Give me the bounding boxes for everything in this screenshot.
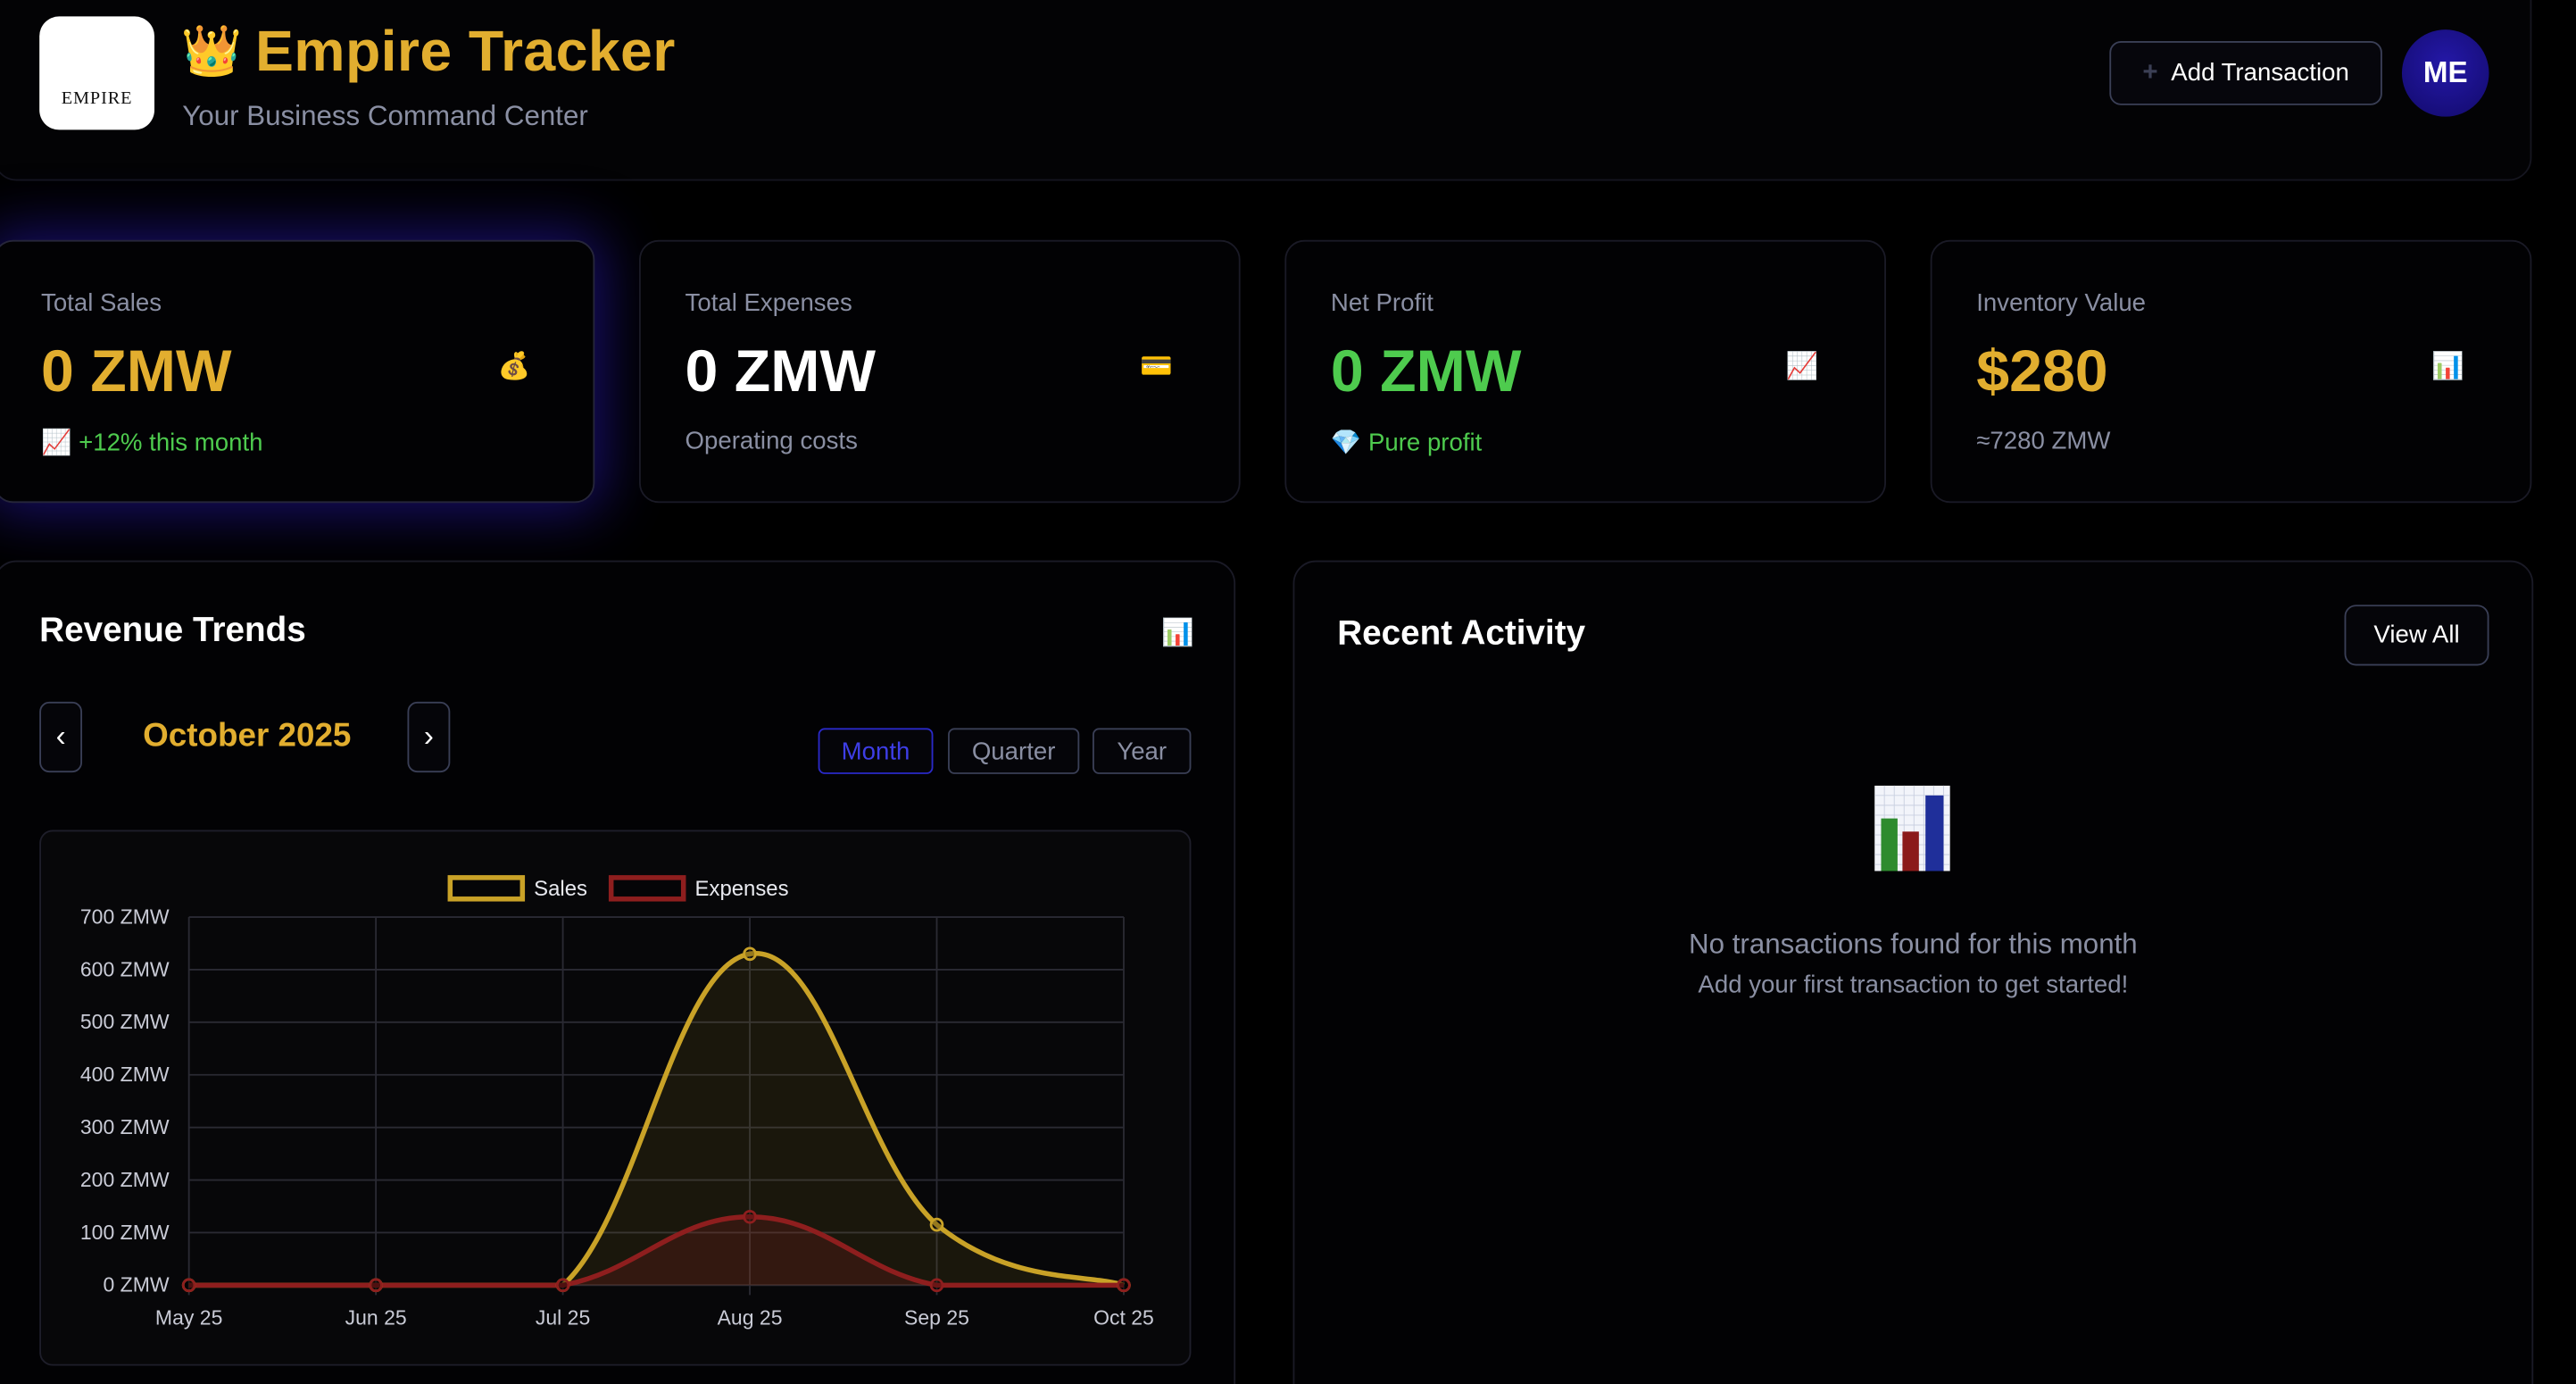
legend-swatch-sales	[447, 875, 526, 902]
empty-state-subtitle: Add your first transaction to get starte…	[1698, 971, 2129, 1000]
stat-value: 0 ZMW	[41, 337, 232, 404]
stat-label: Total Expenses	[685, 288, 852, 318]
stat-sub-text: +12% this month	[79, 429, 263, 457]
x-tick-label: Jun 25	[345, 1306, 407, 1330]
prev-period-button[interactable]: ‹	[39, 701, 83, 773]
gem-icon: 💎	[1330, 429, 1362, 457]
stat-value: $280	[1976, 337, 2108, 404]
logo-text: EMPIRE	[61, 88, 133, 109]
stat-label: Total Sales	[41, 288, 162, 318]
bar-chart-icon	[1874, 785, 1950, 871]
stat-sub-text: ≈7280 ZMW	[1976, 427, 2111, 455]
y-tick-label: 700 ZMW	[80, 905, 170, 928]
stat-sub-text: Operating costs	[685, 427, 858, 455]
chart-up-icon: 📈	[1785, 353, 1819, 382]
data-point-expenses	[1117, 1278, 1131, 1293]
stat-sub: 💎 Pure profit	[1330, 428, 1483, 457]
x-tick-label: Sep 25	[904, 1306, 969, 1330]
y-tick-label: 0 ZMW	[103, 1273, 169, 1296]
x-tick-label: Oct 25	[1093, 1306, 1154, 1330]
crown-icon: ♛	[74, 34, 120, 89]
stat-sub: 📈 +12% this month	[41, 428, 263, 457]
stat-card-total-sales[interactable]: Total Sales 0 ZMW 💰 📈 +12% this month	[0, 239, 595, 504]
revenue-chart-svg: 0 ZMW 100 ZMW 200 ZMW 300 ZMW 400 ZMW 500 ZMW…	[80, 875, 1154, 1330]
stat-card-total-expenses[interactable]: Total Expenses 0 ZMW 💳 Operating costs	[638, 239, 1241, 504]
x-tick-label: Aug 25	[718, 1306, 783, 1330]
legend-swatch-expenses	[608, 875, 686, 902]
crown-emoji-icon: 👑	[180, 24, 243, 79]
app-title-row: 👑 Empire Tracker	[180, 20, 675, 86]
x-tick-label: May 25	[155, 1306, 222, 1330]
avatar[interactable]: ME	[2401, 29, 2489, 117]
y-tick-label: 600 ZMW	[80, 957, 170, 980]
bar-chart-icon: 📊	[2431, 353, 2464, 382]
range-month-button[interactable]: Month	[818, 728, 934, 774]
data-point-sales	[929, 1217, 944, 1232]
y-tick-label: 100 ZMW	[80, 1221, 170, 1244]
revenue-chart: 0 ZMW 100 ZMW 200 ZMW 300 ZMW 400 ZMW 500 ZMW…	[39, 830, 1192, 1366]
stat-card-inventory-value[interactable]: Inventory Value $280 📊 ≈7280 ZMW	[1930, 239, 2532, 504]
range-quarter-button[interactable]: Quarter	[948, 728, 1080, 774]
x-tick-label: Jul 25	[536, 1306, 590, 1330]
credit-card-icon: 💳	[1140, 353, 1174, 382]
range-year-button[interactable]: Year	[1092, 728, 1192, 774]
plus-icon: +	[2142, 58, 2158, 87]
next-period-button[interactable]: ›	[407, 701, 451, 773]
data-point-sales	[743, 946, 757, 962]
chart-up-icon: 📈	[41, 429, 72, 457]
view-all-button[interactable]: View All	[2344, 604, 2489, 666]
legend-label-sales: Sales	[534, 877, 587, 901]
y-tick-label: 300 ZMW	[80, 1115, 170, 1138]
period-label: October 2025	[143, 718, 352, 755]
app-logo[interactable]: ♛ EMPIRE	[39, 16, 155, 130]
y-tick-label: 200 ZMW	[80, 1168, 170, 1191]
stat-card-net-profit[interactable]: Net Profit 0 ZMW 📈 💎 Pure profit	[1284, 239, 1887, 504]
bar-chart-icon: 📊	[1161, 619, 1194, 648]
add-transaction-button[interactable]: + Add Transaction	[2109, 41, 2382, 105]
data-point-expenses	[743, 1209, 757, 1224]
data-point-expenses	[555, 1278, 570, 1293]
add-transaction-label: Add Transaction	[2171, 59, 2349, 88]
revenue-trends-title: Revenue Trends	[39, 611, 306, 650]
series-area-sales	[188, 953, 1124, 1286]
stat-sub-text: Pure profit	[1367, 429, 1483, 457]
legend-label-expenses: Expenses	[695, 877, 789, 901]
stat-label: Net Profit	[1330, 288, 1433, 318]
stat-value: 0 ZMW	[1330, 337, 1522, 404]
app-title: Empire Tracker	[254, 20, 676, 84]
data-point-expenses	[929, 1278, 944, 1293]
recent-activity-title: Recent Activity	[1337, 614, 1586, 653]
money-bag-icon: 💰	[497, 353, 531, 382]
y-tick-label: 400 ZMW	[80, 1063, 170, 1086]
empty-state-title: No transactions found for this month	[1689, 928, 2138, 960]
app-subtitle: Your Business Command Center	[182, 100, 588, 132]
stat-value: 0 ZMW	[685, 337, 877, 404]
stat-label: Inventory Value	[1976, 288, 2147, 318]
data-point-expenses	[369, 1278, 383, 1293]
data-point-expenses	[181, 1278, 196, 1293]
y-tick-label: 500 ZMW	[80, 1010, 170, 1033]
